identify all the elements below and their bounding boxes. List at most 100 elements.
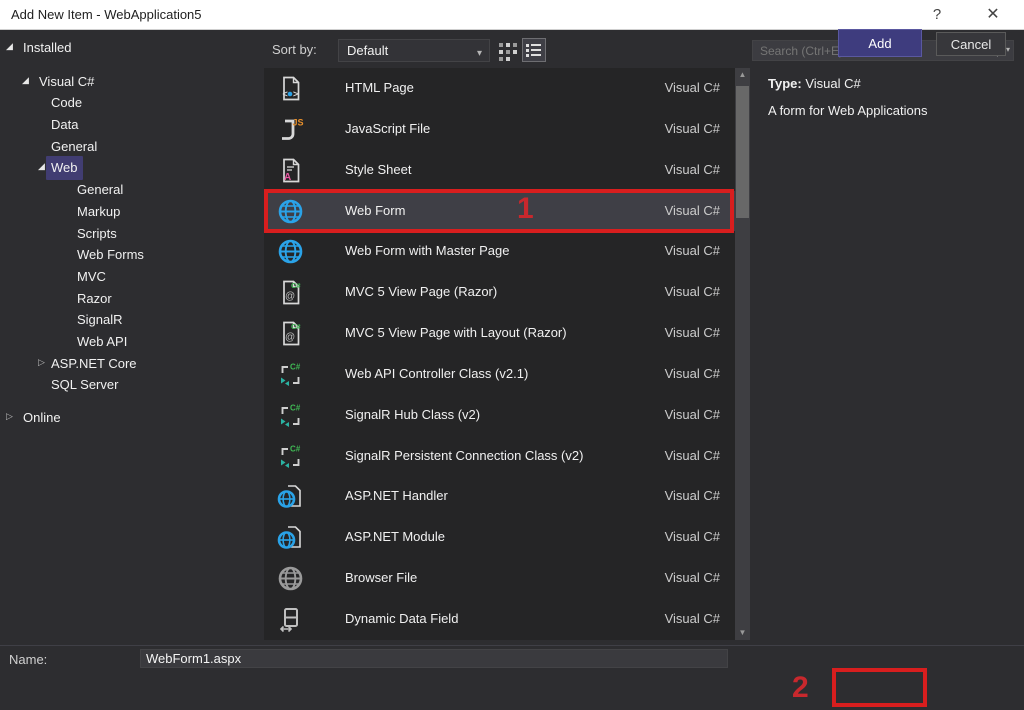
list-item-signalr-persistent-connection-class-v2-[interactable]: C#SignalR Persistent Connection Class (v… — [264, 436, 750, 477]
tree-item-label: General — [72, 178, 128, 202]
svg-text:>: > — [293, 89, 298, 99]
chevron-expanded-icon[interactable]: ◢ — [22, 70, 29, 92]
class-icon: C# — [277, 402, 304, 429]
list-item-browser-file[interactable]: Browser FileVisual C# — [264, 558, 750, 599]
list-item-javascript-file[interactable]: JS JavaScript File Visual C# — [264, 109, 750, 150]
tree-item-general[interactable]: General — [0, 178, 262, 200]
list-item-asp-net-module[interactable]: ASP.NET ModuleVisual C# — [264, 517, 750, 558]
footer-bar: Name: — [0, 645, 1024, 710]
tree-item-asp-net-core[interactable]: ▷ASP.NET Core — [0, 352, 262, 374]
template-language: Visual C# — [665, 243, 720, 258]
tree-item-markup[interactable]: Markup — [0, 200, 262, 222]
razor-page-icon: @C# — [277, 320, 304, 347]
tree-item-razor[interactable]: Razor — [0, 287, 262, 309]
svg-text:C#: C# — [290, 444, 301, 453]
tree-item-online[interactable]: ▷Online — [0, 406, 262, 428]
tree-item-label: General — [46, 135, 102, 159]
template-language: Visual C# — [665, 407, 720, 422]
template-language: Visual C# — [665, 203, 720, 218]
tree-item-label: Markup — [72, 200, 125, 224]
template-language: Visual C# — [665, 121, 720, 136]
tree-item-code[interactable]: Code — [0, 91, 262, 113]
razor-page-icon: @C# — [277, 279, 304, 306]
tree-item-label: Installed — [18, 36, 76, 60]
tree-item-label: Online — [18, 406, 66, 430]
template-name: MVC 5 View Page (Razor) — [345, 284, 497, 299]
tree-item-installed[interactable]: ◢Installed — [0, 36, 262, 58]
list-item-web-form[interactable]: Web FormVisual C# — [264, 191, 750, 232]
sort-dropdown[interactable]: Default ▾ — [338, 39, 490, 62]
template-name: Web Form with Master Page — [345, 243, 509, 258]
svg-text:JS: JS — [293, 117, 304, 127]
list-item-style-sheet[interactable]: AStyle SheetVisual C# — [264, 150, 750, 191]
list-view-button[interactable] — [522, 38, 546, 62]
list-scrollbar[interactable]: ▲ ▼ — [735, 68, 750, 640]
template-language: Visual C# — [665, 366, 720, 381]
chevron-down-icon: ▾ — [477, 43, 482, 64]
template-language: Visual C# — [665, 325, 720, 340]
list-item-signalr-hub-class-v2-[interactable]: C# SignalR Hub Class (v2) Visual C# — [264, 395, 750, 436]
scrollbar-thumb[interactable] — [736, 86, 749, 218]
add-button[interactable]: Add — [838, 29, 922, 57]
help-button[interactable]: ? — [920, 4, 954, 26]
small-icons-view-button[interactable] — [496, 40, 520, 64]
svg-text:C#: C# — [290, 362, 301, 371]
chevron-expanded-icon[interactable]: ◢ — [38, 156, 45, 178]
type-value: Visual C# — [805, 76, 860, 91]
type-label: Type: — [768, 76, 802, 91]
list-item-web-form-with-master-page[interactable]: Web Form with Master Page Visual C# — [264, 231, 750, 272]
tree-item-label: Code — [46, 91, 87, 115]
tree-item-label: SQL Server — [46, 373, 123, 397]
tree-item-label: Visual C# — [34, 70, 99, 94]
svg-text:A: A — [284, 172, 291, 183]
globe-doc-icon — [277, 483, 304, 510]
list-item-asp-net-handler[interactable]: ASP.NET HandlerVisual C# — [264, 476, 750, 517]
list-item-mvc-5-view-page-with-layout-razor-[interactable]: @C# MVC 5 View Page with Layout (Razor) Vi… — [264, 313, 750, 354]
list-icon — [526, 42, 542, 58]
tree-item-sql-server[interactable]: SQL Server — [0, 373, 262, 395]
class-icon: C# — [277, 443, 304, 470]
template-language: Visual C# — [665, 162, 720, 177]
window-title: Add New Item - WebApplication5 — [11, 7, 202, 22]
add-new-item-dialog: Add New Item - WebApplication5 ? ✕ ◢Inst… — [0, 0, 1024, 710]
template-language: Visual C# — [665, 611, 720, 626]
html-page-icon: <> — [277, 75, 304, 102]
tree-item-data[interactable]: Data — [0, 113, 262, 135]
list-item-html-page[interactable]: <>HTML PageVisual C# — [264, 68, 750, 109]
name-input[interactable] — [140, 649, 728, 668]
cancel-button[interactable]: Cancel — [936, 32, 1006, 56]
svg-text:C#: C# — [291, 281, 301, 290]
tree-item-mvc[interactable]: MVC — [0, 265, 262, 287]
category-tree: ◢Installed◢Visual C#CodeDataGeneral◢WebG… — [0, 36, 262, 428]
tree-item-label: Web API — [72, 330, 132, 354]
template-name: MVC 5 View Page with Layout (Razor) — [345, 325, 567, 340]
list-item-mvc-5-view-page-razor-[interactable]: @C#MVC 5 View Page (Razor)Visual C# — [264, 272, 750, 313]
tree-item-general[interactable]: General — [0, 135, 262, 157]
template-description: A form for Web Applications — [768, 103, 927, 118]
list-item-dynamic-data-field[interactable]: Dynamic Data FieldVisual C# — [264, 599, 750, 640]
close-icon[interactable]: ✕ — [976, 4, 1010, 26]
title-bar: Add New Item - WebApplication5 ? ✕ — [0, 0, 1024, 30]
svg-text:@: @ — [285, 332, 295, 343]
template-language: Visual C# — [665, 570, 720, 585]
scroll-up-icon[interactable]: ▲ — [735, 68, 750, 82]
chevron-right-icon[interactable]: ▷ — [6, 406, 13, 428]
tree-item-visual-c-[interactable]: ◢Visual C# — [0, 70, 262, 92]
tree-item-label: Razor — [72, 287, 117, 311]
list-item-web-api-controller-class-v2-1-[interactable]: C#Web API Controller Class (v2.1)Visual … — [264, 354, 750, 395]
template-language: Visual C# — [665, 448, 720, 463]
scroll-down-icon[interactable]: ▼ — [735, 626, 750, 640]
template-name: SignalR Hub Class (v2) — [345, 407, 480, 422]
template-name: ASP.NET Handler — [345, 488, 448, 503]
sort-by-label: Sort by: — [272, 42, 317, 57]
template-name: JavaScript File — [345, 121, 430, 136]
chevron-right-icon[interactable]: ▷ — [38, 352, 45, 374]
tree-item-web[interactable]: ◢Web — [0, 156, 262, 178]
grid-icon — [499, 43, 517, 61]
template-language: Visual C# — [665, 529, 720, 544]
tree-item-signalr[interactable]: SignalR — [0, 308, 262, 330]
tree-item-scripts[interactable]: Scripts — [0, 222, 262, 244]
chevron-expanded-icon[interactable]: ◢ — [6, 36, 13, 58]
tree-item-web-api[interactable]: Web API — [0, 330, 262, 352]
tree-item-web-forms[interactable]: Web Forms — [0, 243, 262, 265]
